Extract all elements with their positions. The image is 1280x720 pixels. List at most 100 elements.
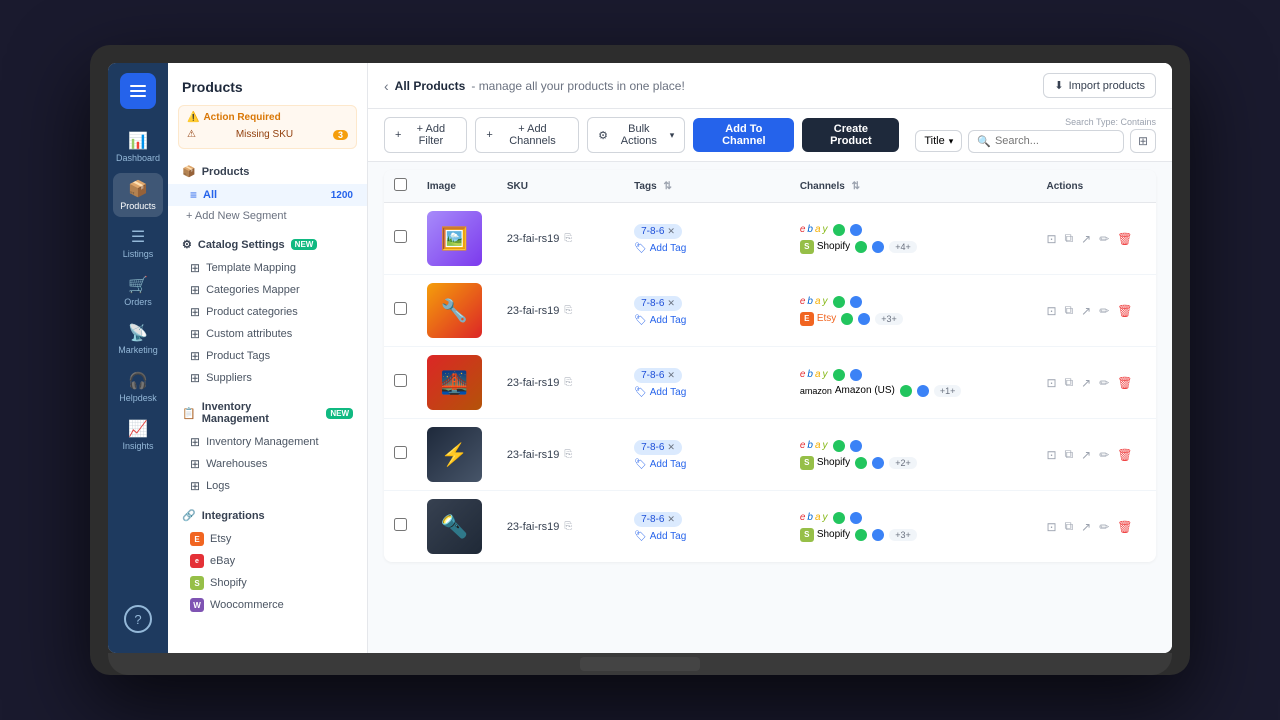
sidebar-item-logs[interactable]: ⊞ Logs	[168, 475, 367, 497]
view-button[interactable]: ⊡	[1046, 376, 1056, 390]
copy-sku-button[interactable]: ⎘	[564, 377, 572, 388]
sidebar-item-etsy[interactable]: E Etsy	[168, 528, 367, 550]
copy-sku-button[interactable]: ⎘	[564, 233, 572, 244]
bulk-actions-button[interactable]: ⚙ Bulk Actions ▾	[587, 117, 685, 153]
duplicate-button[interactable]: ⧉	[1065, 375, 1074, 390]
import-products-button[interactable]: ⬇ Import products	[1043, 73, 1156, 98]
breadcrumb-back-button[interactable]: ‹	[384, 78, 389, 94]
add-segment-button[interactable]: + Add New Segment	[168, 206, 367, 226]
add-tag-button[interactable]: 🏷 Add Tag	[634, 243, 780, 254]
search-icon: 🔍	[977, 135, 991, 148]
sidebar-item-product-tags[interactable]: ⊞ Product Tags	[168, 345, 367, 367]
sidebar-item-suppliers[interactable]: ⊞ Suppliers	[168, 367, 367, 389]
sidebar-item-template-mapping[interactable]: ⊞ Template Mapping	[168, 257, 367, 279]
catalog-settings-header[interactable]: ⚙ Catalog Settings NEW	[168, 232, 367, 257]
row-checkbox[interactable]	[394, 518, 407, 531]
remove-tag-button[interactable]: ✕	[667, 226, 675, 237]
sidebar-item-inventory-mgmt[interactable]: ⊞ Inventory Management	[168, 431, 367, 453]
row-checkbox[interactable]	[394, 446, 407, 459]
add-to-channel-button[interactable]: Add To Channel	[693, 118, 794, 152]
delete-button[interactable]: 🗑	[1117, 520, 1132, 534]
delete-button[interactable]: 🗑	[1117, 376, 1132, 390]
edit-button[interactable]: ✏	[1099, 448, 1109, 462]
add-filter-button[interactable]: + + Add Filter	[384, 117, 467, 153]
export-button[interactable]: ↗	[1081, 232, 1091, 246]
alert-missing-sku[interactable]: ⚠ Missing SKU 3	[187, 127, 348, 142]
channel-more[interactable]: +1+	[934, 385, 962, 397]
sidebar-item-shopify[interactable]: S Shopify	[168, 572, 367, 594]
copy-sku-button[interactable]: ⎘	[564, 521, 572, 532]
edit-button[interactable]: ✏	[1099, 376, 1109, 390]
export-button[interactable]: ↗	[1081, 448, 1091, 462]
products-section-header[interactable]: 📦 Products	[168, 159, 367, 184]
sidebar-item-product-categories[interactable]: ⊞ Product categories	[168, 301, 367, 323]
remove-tag-button[interactable]: ✕	[667, 298, 675, 309]
row-checkbox[interactable]	[394, 374, 407, 387]
row-checkbox[interactable]	[394, 230, 407, 243]
suppliers-icon: ⊞	[190, 371, 200, 385]
status-dot	[850, 369, 862, 381]
nav-item-orders[interactable]: 🛒 Orders	[113, 269, 163, 313]
add-tag-button[interactable]: 🏷 Add Tag	[634, 387, 780, 398]
row-checkbox[interactable]	[394, 302, 407, 315]
product-image: 🖼️	[427, 211, 482, 266]
title-select[interactable]: Title ▾	[915, 130, 962, 152]
nav-item-marketing[interactable]: 📡 Marketing	[113, 317, 163, 361]
delete-button[interactable]: 🗑	[1117, 448, 1132, 462]
nav-item-helpdesk[interactable]: 🎧 Helpdesk	[113, 365, 163, 409]
add-channels-button[interactable]: + + Add Channels	[475, 117, 579, 153]
view-button[interactable]: ⊡	[1046, 520, 1056, 534]
nav-item-listings[interactable]: ☰ Listings	[113, 221, 163, 265]
channel-more[interactable]: +3+	[875, 313, 903, 325]
channel-more[interactable]: +3+	[889, 529, 917, 541]
status-dot	[850, 296, 862, 308]
nav-item-insights[interactable]: 📈 Insights	[113, 413, 163, 457]
sidebar-item-categories-mapper[interactable]: ⊞ Categories Mapper	[168, 279, 367, 301]
delete-button[interactable]: 🗑	[1117, 304, 1132, 318]
view-button[interactable]: ⊡	[1046, 448, 1056, 462]
copy-sku-button[interactable]: ⎘	[564, 305, 572, 316]
help-button[interactable]: ?	[124, 605, 152, 633]
channel-more[interactable]: +4+	[889, 241, 917, 253]
duplicate-button[interactable]: ⧉	[1065, 231, 1074, 246]
tags-sort-icon[interactable]: ⇅	[663, 181, 671, 192]
view-button[interactable]: ⊡	[1046, 304, 1056, 318]
duplicate-button[interactable]: ⧉	[1065, 303, 1074, 318]
remove-tag-button[interactable]: ✕	[667, 514, 675, 525]
status-dot	[872, 457, 884, 469]
export-button[interactable]: ↗	[1081, 376, 1091, 390]
laptop-base	[108, 653, 1172, 675]
add-tag-button[interactable]: 🏷 Add Tag	[634, 459, 780, 470]
nav-item-products[interactable]: 📦 Products	[113, 173, 163, 217]
sidebar-item-woocommerce[interactable]: W Woocommerce	[168, 594, 367, 616]
delete-button[interactable]: 🗑	[1117, 232, 1132, 246]
add-tag-button[interactable]: 🏷 Add Tag	[634, 315, 780, 326]
create-product-button[interactable]: Create Product	[802, 118, 899, 152]
status-dot	[872, 529, 884, 541]
search-input[interactable]	[995, 135, 1115, 147]
dashboard-icon: 📊	[128, 131, 148, 151]
remove-tag-button[interactable]: ✕	[667, 442, 675, 453]
remove-tag-button[interactable]: ✕	[667, 370, 675, 381]
edit-button[interactable]: ✏	[1099, 304, 1109, 318]
add-tag-button[interactable]: 🏷 Add Tag	[634, 531, 780, 542]
copy-sku-button[interactable]: ⎘	[564, 449, 572, 460]
export-button[interactable]: ↗	[1081, 304, 1091, 318]
sidebar-item-ebay[interactable]: e eBay	[168, 550, 367, 572]
duplicate-button[interactable]: ⧉	[1065, 519, 1074, 534]
integrations-header[interactable]: 🔗 Integrations	[168, 503, 367, 528]
nav-item-dashboard[interactable]: 📊 Dashboard	[113, 125, 163, 169]
select-all-checkbox[interactable]	[394, 178, 407, 191]
export-button[interactable]: ↗	[1081, 520, 1091, 534]
grid-view-button[interactable]: ⊞	[1130, 129, 1156, 153]
duplicate-button[interactable]: ⧉	[1065, 447, 1074, 462]
inventory-header[interactable]: 📋 Inventory Management NEW	[168, 395, 367, 431]
channels-sort-icon[interactable]: ⇅	[852, 181, 860, 192]
view-button[interactable]: ⊡	[1046, 232, 1056, 246]
edit-button[interactable]: ✏	[1099, 232, 1109, 246]
sidebar-item-all[interactable]: ≡ All 1200	[168, 184, 367, 206]
edit-button[interactable]: ✏	[1099, 520, 1109, 534]
channel-more[interactable]: +2+	[889, 457, 917, 469]
sidebar-item-custom-attributes[interactable]: ⊞ Custom attributes	[168, 323, 367, 345]
sidebar-item-warehouses[interactable]: ⊞ Warehouses	[168, 453, 367, 475]
